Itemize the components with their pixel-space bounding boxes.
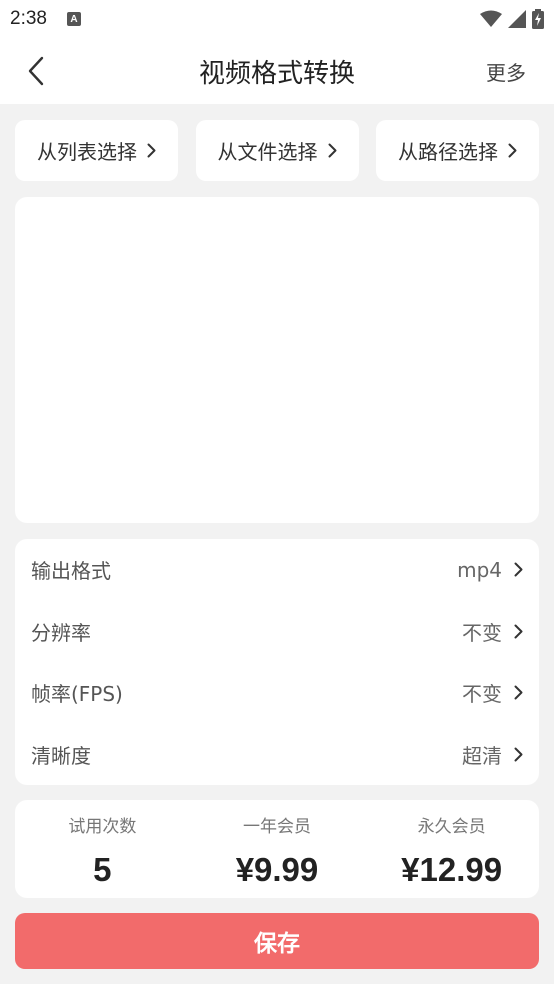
app-bar: 视频格式转换 更多: [0, 38, 554, 104]
chevron-right-icon: [147, 143, 156, 158]
chevron-right-icon: [514, 562, 523, 577]
chevron-right-icon: [508, 143, 517, 158]
pick-from-list-label: 从列表选择: [37, 140, 137, 164]
plan-value: ¥9.99: [235, 851, 319, 888]
pick-from-file-button[interactable]: 从文件选择: [195, 120, 359, 181]
setting-label: 清晰度: [31, 743, 91, 768]
plan-trial[interactable]: 试用次数 5: [22, 800, 182, 898]
setting-value: 不变: [462, 620, 502, 645]
status-bar: 2:38 A: [0, 0, 554, 38]
pick-from-path-label: 从路径选择: [398, 140, 498, 164]
conversion-settings: 输出格式 mp4 分辨率 不变 帧率(FPS) 不变 清晰度 超清: [15, 539, 539, 785]
setting-value-group: 不变: [462, 678, 523, 707]
membership-plans: 试用次数 5 一年会员 ¥9.99 永久会员 ¥12.99: [15, 800, 539, 898]
battery-charging-icon: [532, 9, 544, 29]
chevron-right-icon: [514, 624, 523, 639]
wifi-icon: [480, 10, 502, 27]
setting-value-group: 不变: [462, 617, 523, 646]
status-bar-left: 2:38 A: [10, 8, 81, 30]
plan-yearly[interactable]: 一年会员 ¥9.99: [197, 800, 357, 898]
video-preview-area: [15, 197, 539, 523]
setting-clarity[interactable]: 清晰度 超清: [31, 724, 523, 786]
chevron-right-icon: [328, 143, 336, 158]
status-time: 2:38: [10, 8, 47, 29]
plan-label: 永久会员: [417, 817, 486, 837]
notification-icon: A: [66, 12, 81, 26]
back-button[interactable]: [18, 53, 54, 89]
setting-value-group: mp4: [457, 558, 523, 582]
plan-value: 5: [93, 851, 112, 888]
plan-lifetime[interactable]: 永久会员 ¥12.99: [372, 800, 532, 898]
more-button[interactable]: 更多: [486, 38, 526, 104]
chevron-right-icon: [514, 747, 523, 762]
plan-label: 一年会员: [242, 817, 311, 837]
setting-value: mp4: [457, 557, 502, 582]
setting-label: 分辨率: [31, 620, 91, 645]
setting-value: 超清: [462, 743, 502, 768]
status-bar-right: [480, 9, 544, 29]
signal-icon: [508, 10, 526, 28]
setting-resolution[interactable]: 分辨率 不变: [31, 601, 523, 663]
chevron-right-icon: [514, 685, 523, 700]
page-title: 视频格式转换: [198, 58, 355, 89]
source-picker-row: 从列表选择 从文件选择 从路径选择: [15, 120, 539, 181]
setting-value: 不变: [462, 682, 502, 707]
plan-label: 试用次数: [68, 817, 137, 837]
setting-label: 输出格式: [31, 559, 111, 584]
setting-output-format[interactable]: 输出格式 mp4: [31, 539, 523, 601]
pick-from-list-button[interactable]: 从列表选择: [15, 120, 178, 181]
pick-from-path-button[interactable]: 从路径选择: [376, 120, 539, 181]
chevron-left-icon: [28, 56, 44, 86]
pick-from-file-label: 从文件选择: [217, 140, 318, 164]
setting-frame-rate[interactable]: 帧率(FPS) 不变: [31, 662, 523, 724]
setting-value-group: 超清: [462, 740, 523, 769]
setting-label: 帧率(FPS): [31, 682, 123, 707]
save-button[interactable]: 保存: [15, 913, 539, 969]
plan-value: ¥12.99: [401, 851, 503, 888]
